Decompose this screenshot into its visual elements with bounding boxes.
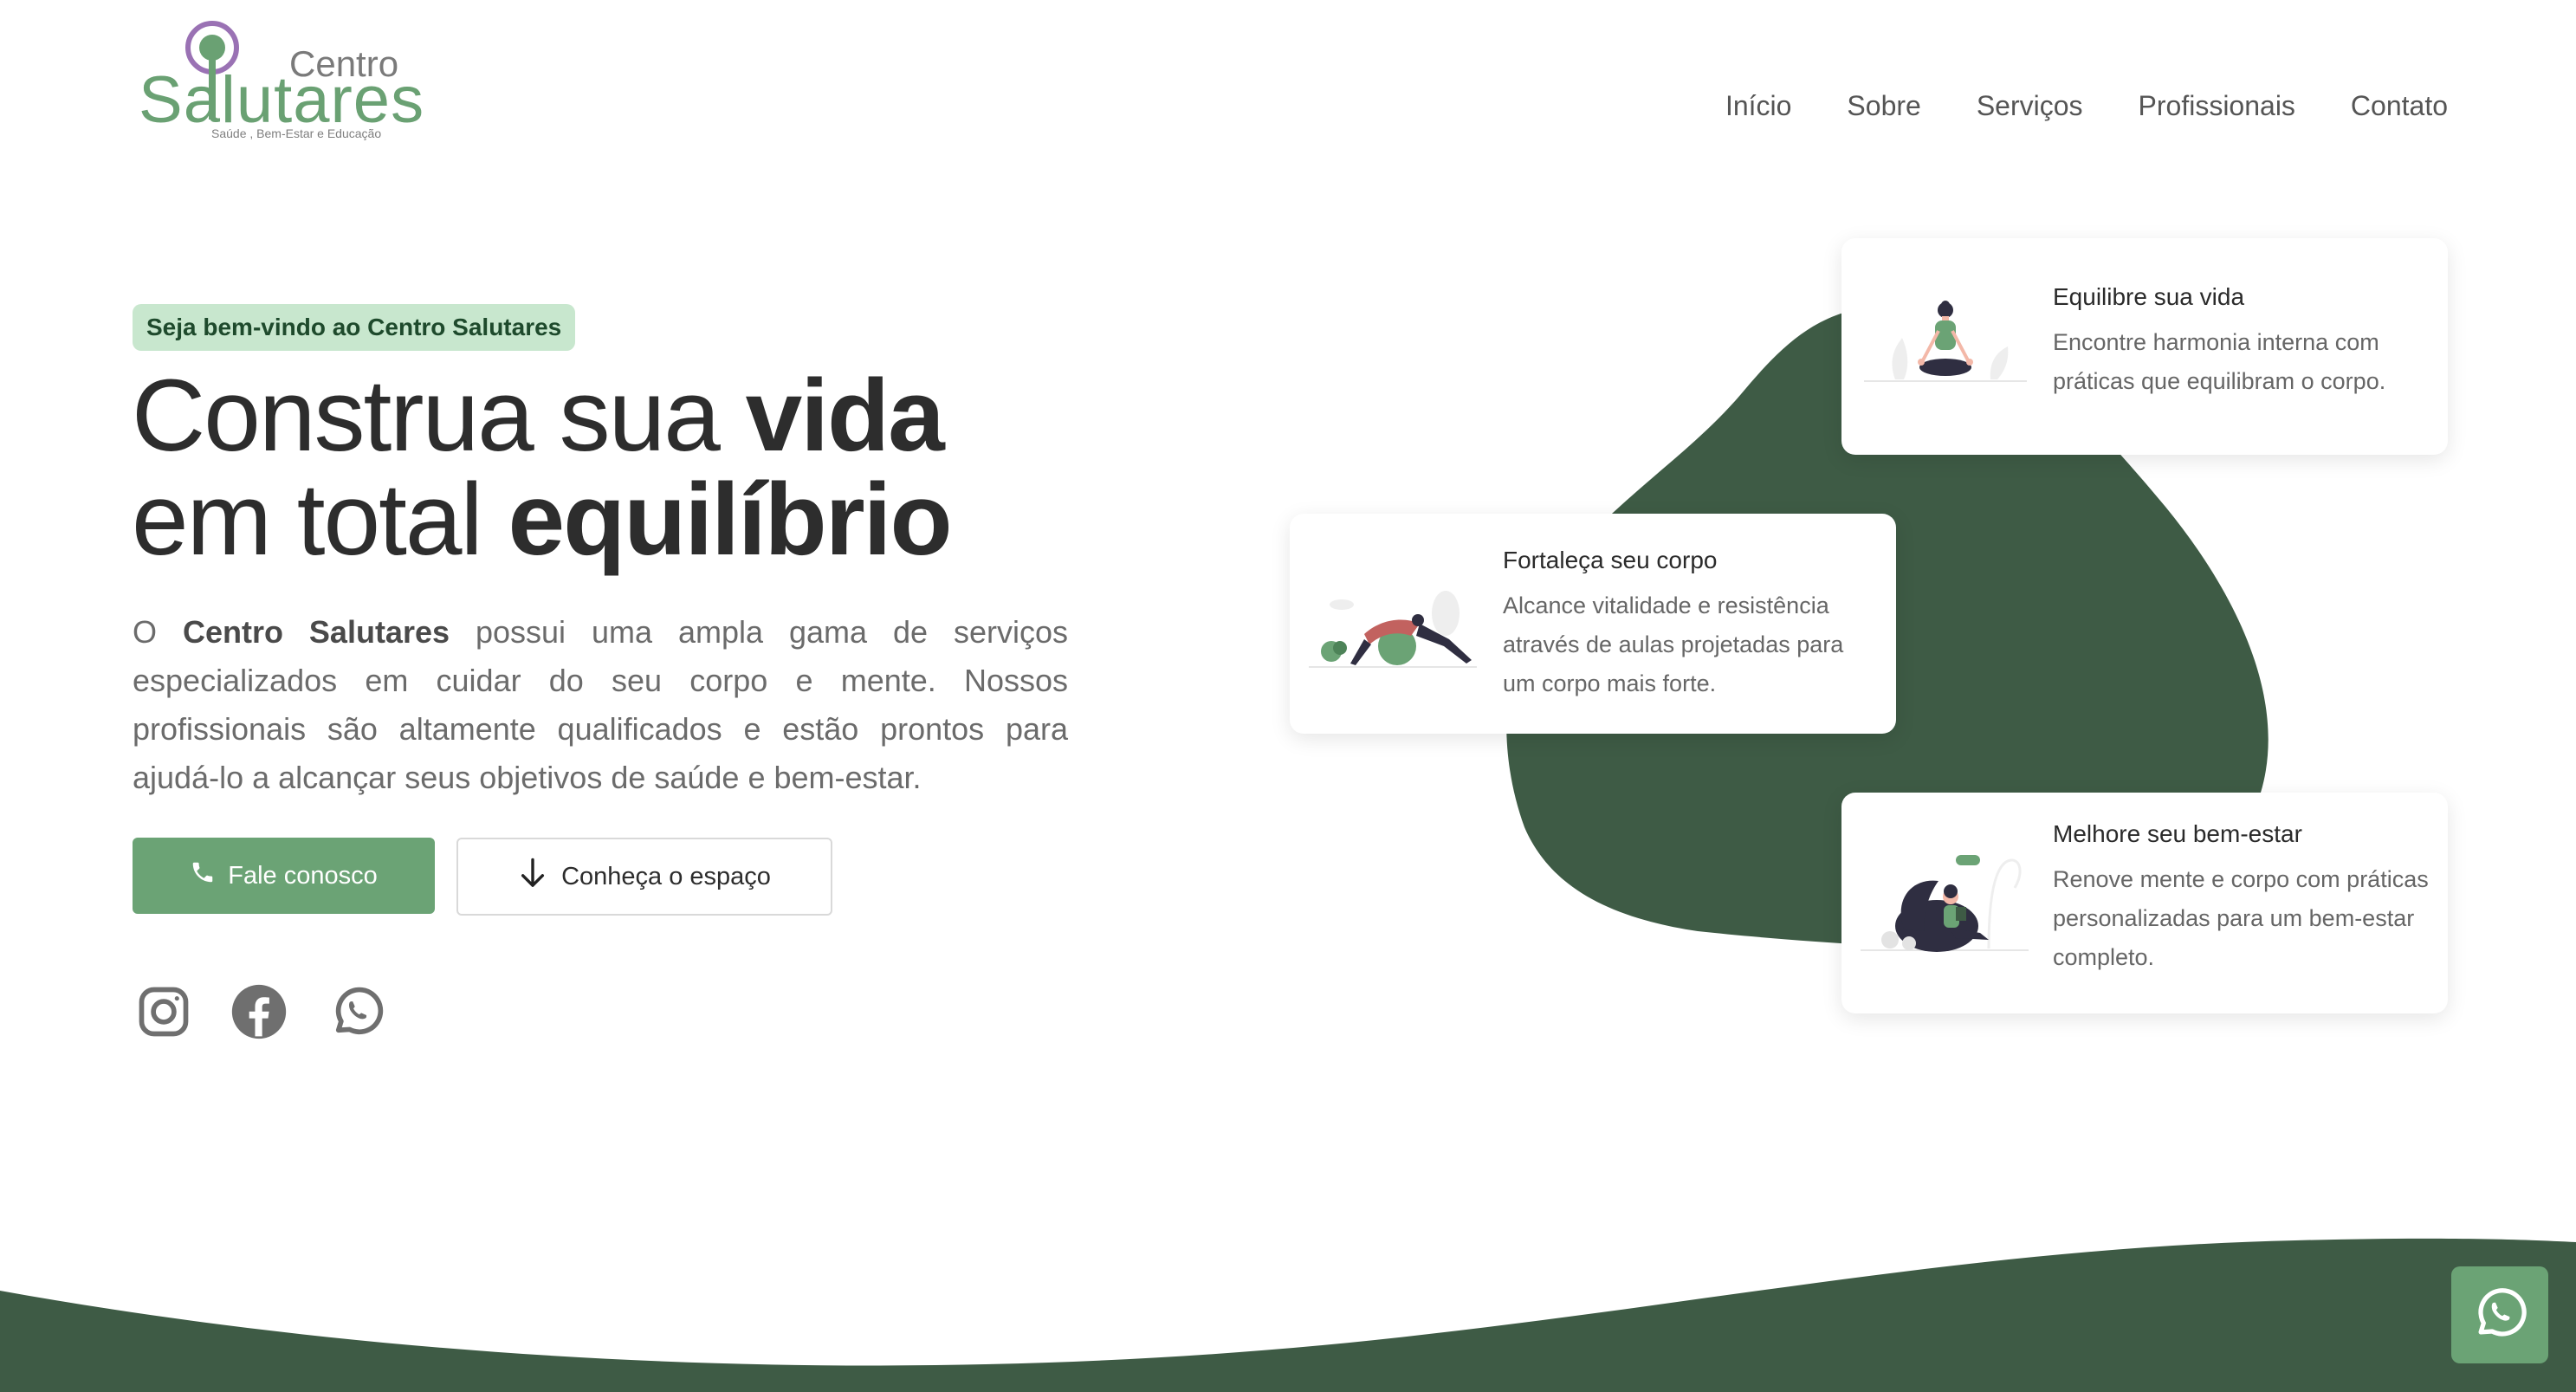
whatsapp-float-button[interactable]	[2451, 1266, 2548, 1363]
meditation-illustration	[1864, 301, 2027, 382]
headline-line1-regular: Construa sua	[132, 359, 746, 473]
nav-servicos[interactable]: Serviços	[1977, 90, 2083, 122]
explore-space-button[interactable]: Conheça o espaço	[456, 838, 832, 916]
nav-contato[interactable]: Contato	[2351, 90, 2448, 122]
service-card[interactable]: Equilibre sua vida Encontre harmonia int…	[1841, 238, 2448, 455]
card-description: Alcance vitalidade e resistência através…	[1503, 592, 1844, 696]
contact-button[interactable]: Fale conosco	[133, 838, 435, 914]
headline-line2-regular: em total	[132, 463, 508, 577]
instagram-icon[interactable]	[134, 982, 193, 1041]
footer-wave	[0, 1238, 2576, 1392]
hero-description: O Centro Salutares possui uma ampla gama…	[133, 608, 1068, 802]
logo-tagline: Saúde , Bem-Estar e Educação	[211, 126, 382, 140]
nav-profissionais[interactable]: Profissionais	[2139, 90, 2295, 122]
card-title: Melhore seu bem-estar	[2053, 820, 2302, 847]
logo[interactable]: Centro Salutares Saúde , Bem-Estar e Edu…	[133, 19, 424, 149]
lead-prefix: O	[133, 614, 183, 650]
card-description: Encontre harmonia interna com práticas q…	[2053, 329, 2386, 394]
reading-illustration	[1861, 855, 2029, 952]
facebook-icon[interactable]	[230, 982, 288, 1041]
welcome-badge: Seja bem-vindo ao Centro Salutares	[133, 304, 576, 351]
nav-sobre[interactable]: Sobre	[1847, 90, 1920, 122]
card-description: Renove mente e corpo com práticas person…	[2053, 866, 2429, 970]
headline-line2-bold: equilíbrio	[508, 463, 953, 577]
card-title: Fortaleça seu corpo	[1503, 547, 1718, 573]
service-card[interactable]: Melhore seu bem-estar Renove mente e cor…	[1841, 793, 2448, 1013]
main-nav: Início Sobre Serviços Profissionais Cont…	[1725, 90, 2448, 122]
service-card[interactable]: Fortaleça seu corpo Alcance vitalidade e…	[1290, 514, 1896, 734]
card-title: Equilibre sua vida	[2053, 283, 2245, 310]
phone-icon	[190, 859, 216, 892]
whatsapp-icon[interactable]	[327, 982, 386, 1041]
contact-button-label: Fale conosco	[228, 861, 378, 890]
whatsapp-icon	[2469, 1283, 2530, 1348]
exercise-ball-illustration	[1309, 591, 1477, 668]
explore-button-label: Conheça o espaço	[561, 862, 771, 890]
hero-headline: Construa sua vida em total equilíbrio	[132, 364, 953, 572]
headline-line1-bold: vida	[745, 359, 945, 473]
nav-inicio[interactable]: Início	[1725, 90, 1791, 122]
arrow-down-icon	[518, 857, 547, 897]
logo-dot	[199, 35, 225, 61]
lead-brand: Centro Salutares	[182, 614, 450, 650]
